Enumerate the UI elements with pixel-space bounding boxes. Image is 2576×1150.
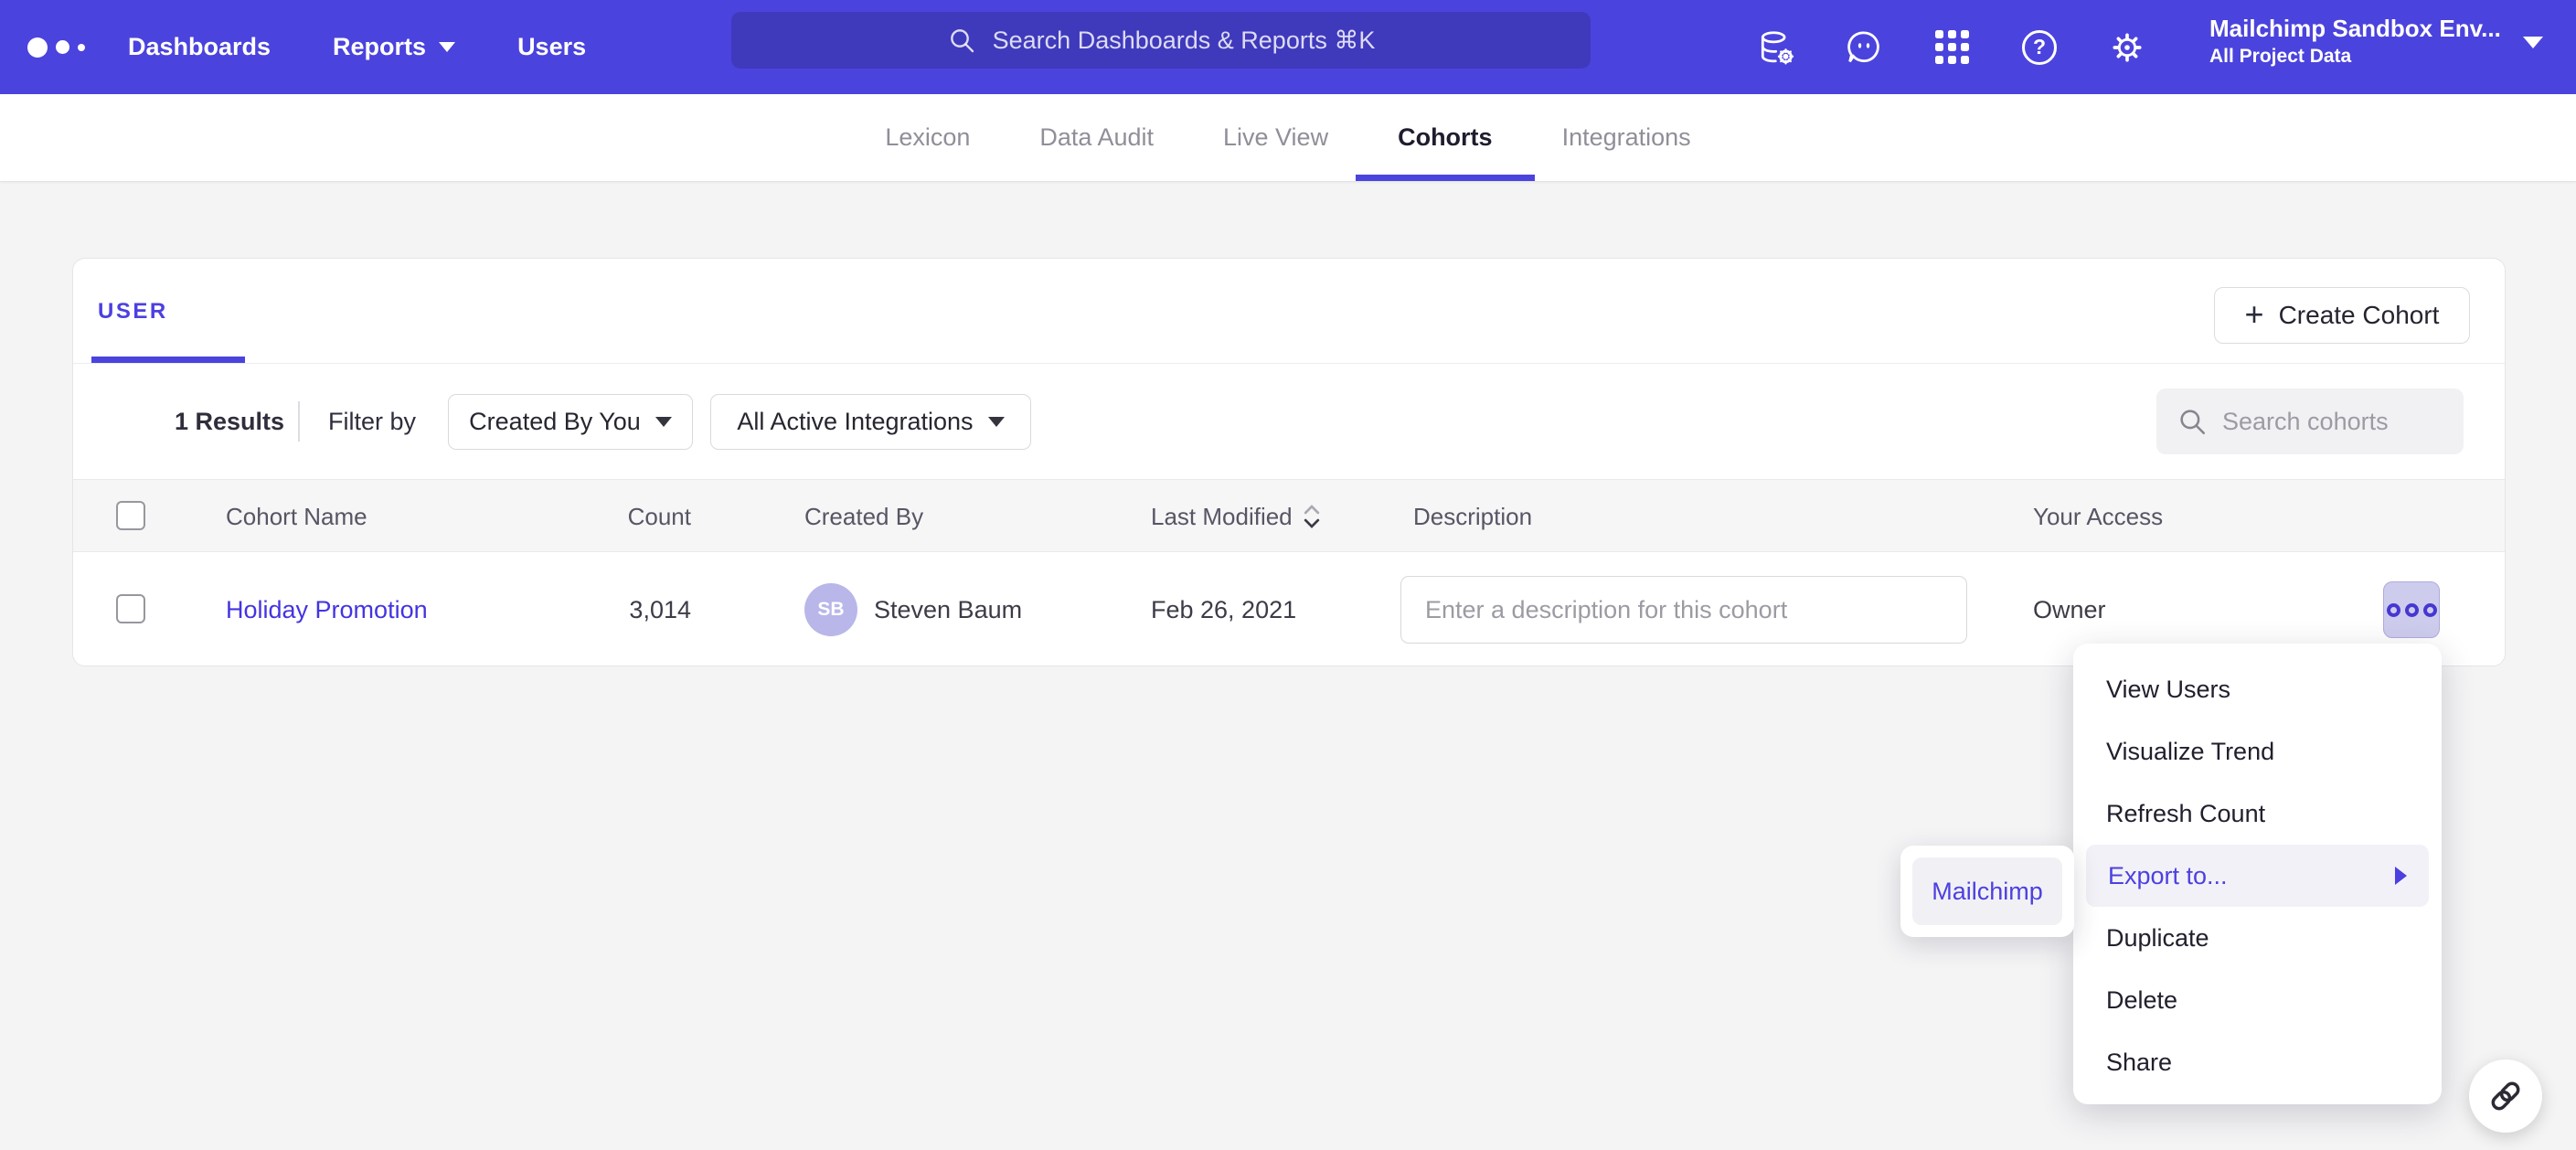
search-icon xyxy=(947,26,976,55)
global-search-input[interactable]: Search Dashboards & Reports ⌘K xyxy=(731,12,1591,69)
row-checkbox[interactable] xyxy=(116,594,145,623)
export-submenu: Mailchimp xyxy=(1900,846,2074,937)
apps-grid-icon[interactable] xyxy=(1931,27,1973,69)
more-dots-icon xyxy=(2387,603,2400,617)
header-description: Description xyxy=(1413,480,1532,553)
tab-data-audit[interactable]: Data Audit xyxy=(1034,94,1159,181)
feedback-icon[interactable] xyxy=(1843,27,1885,69)
submenu-arrow-icon xyxy=(2395,867,2407,885)
project-scope: All Project Data xyxy=(2209,44,2501,69)
project-selector[interactable]: Mailchimp Sandbox Env... All Project Dat… xyxy=(2209,13,2501,69)
cohort-type-tabstrip: USER + Create Cohort xyxy=(73,259,2505,364)
tab-integrations[interactable]: Integrations xyxy=(1557,94,1697,181)
menu-item-export-to-label: Export to... xyxy=(2108,862,2228,890)
chevron-down-icon xyxy=(988,417,1005,427)
tab-live-view-label: Live View xyxy=(1223,123,1328,152)
settings-gear-icon[interactable] xyxy=(2106,27,2148,69)
mixpanel-logo-icon[interactable] xyxy=(27,0,85,94)
results-count: 1 Results xyxy=(175,364,284,479)
filter-integrations-dropdown[interactable]: All Active Integrations xyxy=(710,394,1031,450)
copy-link-fab[interactable] xyxy=(2469,1059,2542,1133)
help-icon[interactable]: ? xyxy=(2018,27,2060,69)
tab-data-audit-label: Data Audit xyxy=(1039,123,1154,152)
menu-item-refresh-count[interactable]: Refresh Count xyxy=(2073,783,2442,845)
nav-reports-label: Reports xyxy=(333,33,426,61)
menu-item-duplicate[interactable]: Duplicate xyxy=(2073,907,2442,969)
tab-cohorts-label: Cohorts xyxy=(1398,123,1493,152)
header-last-modified-label: Last Modified xyxy=(1151,503,1293,531)
description-input[interactable] xyxy=(1400,576,1967,644)
chevron-down-icon xyxy=(439,42,455,52)
create-cohort-button[interactable]: + Create Cohort xyxy=(2214,287,2470,344)
project-caret-icon[interactable] xyxy=(2523,37,2543,48)
plus-icon: + xyxy=(2245,298,2264,331)
nav-dashboards-label: Dashboards xyxy=(128,33,271,61)
divider xyxy=(298,401,300,442)
data-management-icon[interactable] xyxy=(1755,27,1797,69)
last-modified-date: Feb 26, 2021 xyxy=(1151,552,1296,666)
tab-live-view[interactable]: Live View xyxy=(1218,94,1334,181)
top-nav: Dashboards Reports Users xyxy=(128,0,586,94)
created-by-name: Steven Baum xyxy=(874,552,1022,666)
tab-user-cohorts[interactable]: USER xyxy=(98,259,168,364)
header-your-access: Your Access xyxy=(2033,480,2163,553)
cohort-search xyxy=(2156,389,2464,454)
header-created-by: Created By xyxy=(804,480,923,553)
chevron-down-icon xyxy=(655,417,672,427)
menu-item-export-to[interactable]: Export to... xyxy=(2086,845,2429,907)
menu-item-share[interactable]: Share xyxy=(2073,1031,2442,1093)
select-all-checkbox[interactable] xyxy=(116,501,145,530)
tab-integrations-label: Integrations xyxy=(1562,123,1691,152)
submenu-item-mailchimp[interactable]: Mailchimp xyxy=(1912,857,2062,925)
filter-bar: 1 Results Filter by Created By You All A… xyxy=(73,364,2505,479)
header-count: Count xyxy=(508,480,691,553)
header-last-modified[interactable]: Last Modified xyxy=(1151,480,1322,553)
filter-by-label: Filter by xyxy=(328,364,416,479)
nav-reports[interactable]: Reports xyxy=(333,33,455,61)
more-options-button[interactable] xyxy=(2383,581,2440,638)
menu-item-visualize-trend[interactable]: Visualize Trend xyxy=(2073,720,2442,783)
filter-integrations-label: All Active Integrations xyxy=(737,408,973,436)
cohort-context-menu: View Users Visualize Trend Refresh Count… xyxy=(2073,644,2442,1104)
sort-icon xyxy=(1302,503,1322,530)
create-cohort-label: Create Cohort xyxy=(2279,301,2440,330)
active-tab-indicator xyxy=(91,357,245,363)
menu-item-delete[interactable]: Delete xyxy=(2073,969,2442,1031)
header-cohort-name: Cohort Name xyxy=(226,480,367,553)
filter-created-by-label: Created By You xyxy=(469,408,641,436)
link-icon xyxy=(2486,1077,2525,1115)
menu-item-view-users[interactable]: View Users xyxy=(2073,658,2442,720)
tab-cohorts[interactable]: Cohorts xyxy=(1392,94,1498,181)
search-icon xyxy=(2177,406,2208,437)
top-bar: Dashboards Reports Users Search Dashboar… xyxy=(0,0,2576,94)
cohort-search-input[interactable] xyxy=(2222,408,2443,436)
subnav-tabs: Lexicon Data Audit Live View Cohorts Int… xyxy=(0,94,2576,182)
filter-created-by-dropdown[interactable]: Created By You xyxy=(448,394,693,450)
cohorts-card: USER + Create Cohort 1 Results Filter by… xyxy=(72,258,2506,666)
top-icons: ? xyxy=(1755,0,2148,94)
avatar: SB xyxy=(804,583,857,636)
tab-lexicon-label: Lexicon xyxy=(885,123,970,152)
nav-dashboards[interactable]: Dashboards xyxy=(128,33,271,61)
table-header-row: Cohort Name Count Created By Last Modifi… xyxy=(73,479,2505,552)
cohort-name-link[interactable]: Holiday Promotion xyxy=(226,552,428,666)
project-name: Mailchimp Sandbox Env... xyxy=(2209,13,2501,44)
tab-lexicon[interactable]: Lexicon xyxy=(879,94,975,181)
global-search-placeholder: Search Dashboards & Reports ⌘K xyxy=(993,27,1376,55)
cohort-count: 3,014 xyxy=(508,552,691,666)
nav-users-label: Users xyxy=(517,33,586,61)
nav-users[interactable]: Users xyxy=(517,33,586,61)
